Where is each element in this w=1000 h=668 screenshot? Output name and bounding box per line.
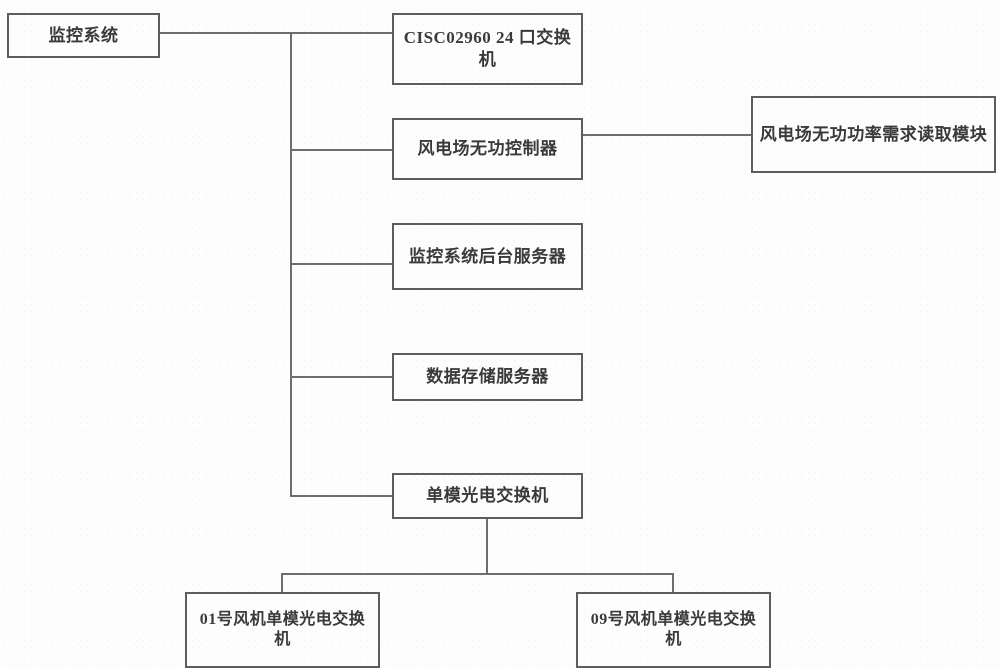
node-label: 风电场无功控制器 [417,139,558,159]
node-label: 01号风机单模光电交换机 [199,610,366,648]
node-backend-server[interactable]: 监控系统后台服务器 [392,223,583,290]
edge-single-mode-to-turbine-01 [281,573,283,593]
node-label: 单模光电交换机 [426,486,549,506]
node-turbine-09-switch[interactable]: 09号风机单模光电交换机 [576,592,771,668]
node-reactive-power-controller[interactable]: 风电场无功控制器 [392,118,583,180]
node-label: 数据存储服务器 [426,367,549,387]
node-cisco-2960-switch[interactable]: CISC02960 24 口交换机 [392,13,583,85]
edge-single-mode-to-turbine-09 [672,573,674,593]
node-monitoring-system[interactable]: 监控系统 [7,13,160,58]
edge-trunk-to-single-mode [290,495,392,497]
edge-trunk-to-backend [290,263,392,265]
edge-trunk-to-cisco [290,32,392,34]
diagram-canvas: 监控系统 CISC02960 24 口交换机 风电场无功控制器 风电场无功功率需… [0,0,1000,668]
edge-controller-to-demand [583,134,751,136]
node-data-storage-server[interactable]: 数据存储服务器 [392,353,583,401]
node-label: 监控系统后台服务器 [408,246,567,266]
edge-monitoring-to-trunk [160,32,292,34]
node-single-mode-switch[interactable]: 单模光电交换机 [392,473,583,519]
node-label: 风电场无功功率需求读取模块 [759,124,988,144]
node-label: 监控系统 [48,25,119,45]
node-label: CISC02960 24 口交换机 [403,28,572,69]
edge-single-mode-drop [486,519,488,574]
node-label: 09号风机单模光电交换机 [590,610,757,648]
node-reactive-demand-module[interactable]: 风电场无功功率需求读取模块 [751,96,996,173]
turbine-distribution-bar [281,573,673,575]
node-turbine-01-switch[interactable]: 01号风机单模光电交换机 [185,592,380,668]
edge-trunk-to-controller [290,149,392,151]
edge-trunk-to-storage [290,376,392,378]
